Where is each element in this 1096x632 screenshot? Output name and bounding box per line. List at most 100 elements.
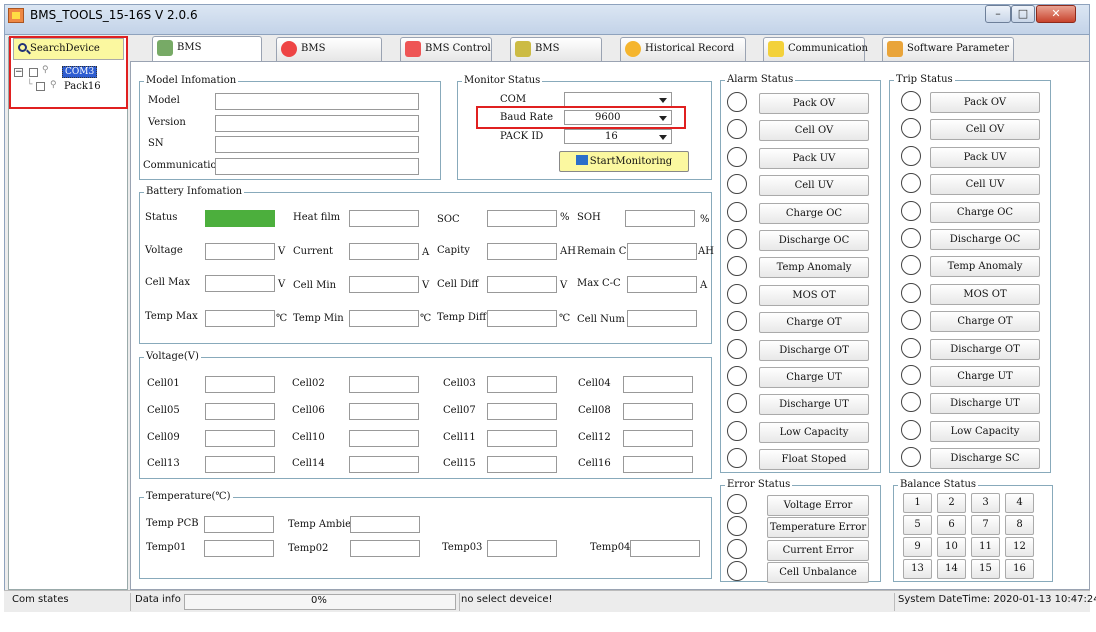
remain-c-field[interactable] bbox=[627, 243, 697, 260]
tree-item-com3[interactable]: COM3 bbox=[62, 66, 98, 78]
cell01-field[interactable] bbox=[205, 376, 275, 393]
tree-root-checkbox[interactable] bbox=[29, 68, 38, 77]
temp-pcb-field[interactable] bbox=[204, 516, 274, 533]
error-temperature-error-button[interactable]: Temperature Error bbox=[767, 517, 869, 539]
trip-discharge-sc-button[interactable]: Discharge SC bbox=[930, 448, 1040, 470]
trip-pack-uv-button[interactable]: Pack UV bbox=[930, 146, 1040, 168]
trip-cell-uv-button[interactable]: Cell UV bbox=[930, 174, 1040, 196]
capity-field[interactable] bbox=[487, 243, 557, 260]
temp03-field[interactable] bbox=[487, 540, 557, 557]
alarm-discharge-oc-button[interactable]: Discharge OC bbox=[759, 230, 869, 251]
cell07-field[interactable] bbox=[487, 403, 557, 420]
trip-discharge-ut-button[interactable]: Discharge UT bbox=[930, 393, 1040, 415]
pack-id-select[interactable]: 16 bbox=[564, 129, 672, 144]
search-device-button[interactable]: SearchDevice bbox=[13, 38, 124, 60]
cell05-field[interactable] bbox=[205, 403, 275, 420]
balance-cell-button[interactable]: 14 bbox=[937, 559, 966, 579]
trip-charge-ut-button[interactable]: Charge UT bbox=[930, 366, 1040, 387]
voltage-field[interactable] bbox=[205, 243, 275, 260]
error-cell-unbalance-button[interactable]: Cell Unbalance bbox=[767, 561, 869, 583]
tree-expand-toggle[interactable]: − bbox=[14, 68, 23, 77]
balance-cell-button[interactable]: 11 bbox=[971, 537, 1000, 557]
trip-pack-ov-button[interactable]: Pack OV bbox=[930, 92, 1040, 113]
tab-software-parameter[interactable]: Software Parameter bbox=[882, 37, 1014, 61]
balance-cell-button[interactable]: 1 bbox=[903, 493, 932, 513]
trip-cell-ov-button[interactable]: Cell OV bbox=[930, 119, 1040, 141]
alarm-discharge-ot-button[interactable]: Discharge OT bbox=[759, 339, 869, 361]
alarm-cell-uv-button[interactable]: Cell UV bbox=[759, 175, 869, 197]
heat-film-field[interactable] bbox=[349, 210, 419, 227]
alarm-pack-ov-button[interactable]: Pack OV bbox=[759, 93, 869, 114]
tab-communication[interactable]: Communication bbox=[763, 37, 868, 61]
close-button[interactable]: ✕ bbox=[1036, 5, 1076, 23]
tab-bms-datalog[interactable]: BMS Datalog bbox=[510, 37, 602, 76]
alarm-discharge-ut-button[interactable]: Discharge UT bbox=[759, 394, 869, 416]
temp04-field[interactable] bbox=[630, 540, 700, 557]
tab-bms-monitoring[interactable]: BMS Monitoring bbox=[152, 36, 262, 75]
trip-mos-ot-button[interactable]: MOS OT bbox=[930, 283, 1040, 305]
cell08-field[interactable] bbox=[623, 403, 693, 420]
minimize-button[interactable]: – bbox=[985, 5, 1011, 23]
error-voltage-error-button[interactable]: Voltage Error bbox=[767, 495, 869, 516]
cell09-field[interactable] bbox=[205, 430, 275, 447]
temp-diff-field[interactable] bbox=[487, 310, 557, 327]
model-field[interactable] bbox=[215, 93, 419, 110]
balance-cell-button[interactable]: 3 bbox=[971, 493, 1000, 513]
cell-min-field[interactable] bbox=[349, 276, 419, 293]
cell11-field[interactable] bbox=[487, 430, 557, 447]
cell02-field[interactable] bbox=[349, 376, 419, 393]
trip-discharge-oc-button[interactable]: Discharge OC bbox=[930, 229, 1040, 250]
trip-charge-oc-button[interactable]: Charge OC bbox=[930, 201, 1040, 223]
temp-min-field[interactable] bbox=[349, 310, 419, 327]
balance-cell-button[interactable]: 16 bbox=[1005, 559, 1034, 579]
trip-charge-ot-button[interactable]: Charge OT bbox=[930, 311, 1040, 333]
balance-cell-button[interactable]: 13 bbox=[903, 559, 932, 579]
temp01-field[interactable] bbox=[204, 540, 274, 557]
cell14-field[interactable] bbox=[349, 456, 419, 473]
current-field[interactable] bbox=[349, 243, 419, 260]
version-field[interactable] bbox=[215, 115, 419, 132]
soh-field[interactable] bbox=[625, 210, 695, 227]
soc-field[interactable] bbox=[487, 210, 557, 227]
alarm-float-stoped-button[interactable]: Float Stoped bbox=[759, 449, 869, 471]
start-monitoring-button[interactable]: StartMonitoring bbox=[559, 151, 689, 172]
balance-cell-button[interactable]: 5 bbox=[903, 515, 932, 535]
communication-field[interactable] bbox=[215, 158, 419, 175]
trip-discharge-ot-button[interactable]: Discharge OT bbox=[930, 338, 1040, 360]
temp02-field[interactable] bbox=[350, 540, 420, 557]
balance-cell-button[interactable]: 8 bbox=[1005, 515, 1034, 535]
tab-historical-record[interactable]: Historical Record bbox=[620, 37, 746, 61]
tab-bms-parameter[interactable]: BMS Parameter bbox=[276, 37, 382, 76]
trip-low-capacity-button[interactable]: Low Capacity bbox=[930, 420, 1040, 442]
cell-max-field[interactable] bbox=[205, 275, 275, 292]
temp-max-field[interactable] bbox=[205, 310, 275, 327]
balance-cell-button[interactable]: 7 bbox=[971, 515, 1000, 535]
alarm-mos-ot-button[interactable]: MOS OT bbox=[759, 284, 869, 306]
balance-cell-button[interactable]: 15 bbox=[971, 559, 1000, 579]
cell06-field[interactable] bbox=[349, 403, 419, 420]
max-c-c-field[interactable] bbox=[627, 276, 697, 293]
sn-field[interactable] bbox=[215, 136, 419, 153]
com-select[interactable] bbox=[564, 92, 672, 107]
balance-cell-button[interactable]: 10 bbox=[937, 537, 966, 557]
cell04-field[interactable] bbox=[623, 376, 693, 393]
alarm-charge-ut-button[interactable]: Charge UT bbox=[759, 367, 869, 388]
trip-temp-anomaly-button[interactable]: Temp Anomaly bbox=[930, 256, 1040, 278]
alarm-charge-oc-button[interactable]: Charge OC bbox=[759, 202, 869, 224]
cell16-field[interactable] bbox=[623, 456, 693, 473]
cell15-field[interactable] bbox=[487, 456, 557, 473]
tab-bms-control[interactable]: BMS Control bbox=[400, 37, 492, 61]
tree-item-pack16[interactable]: Pack16 bbox=[64, 81, 101, 92]
temp-ambien-field[interactable] bbox=[350, 516, 420, 533]
balance-cell-button[interactable]: 6 bbox=[937, 515, 966, 535]
cell-num-field[interactable] bbox=[627, 310, 697, 327]
alarm-low-capacity-button[interactable]: Low Capacity bbox=[759, 421, 869, 443]
cell12-field[interactable] bbox=[623, 430, 693, 447]
tree-child-checkbox[interactable] bbox=[36, 82, 45, 91]
balance-cell-button[interactable]: 4 bbox=[1005, 493, 1034, 513]
balance-cell-button[interactable]: 12 bbox=[1005, 537, 1034, 557]
cell10-field[interactable] bbox=[349, 430, 419, 447]
balance-cell-button[interactable]: 9 bbox=[903, 537, 932, 557]
alarm-temp-anomaly-button[interactable]: Temp Anomaly bbox=[759, 257, 869, 279]
alarm-cell-ov-button[interactable]: Cell OV bbox=[759, 120, 869, 142]
